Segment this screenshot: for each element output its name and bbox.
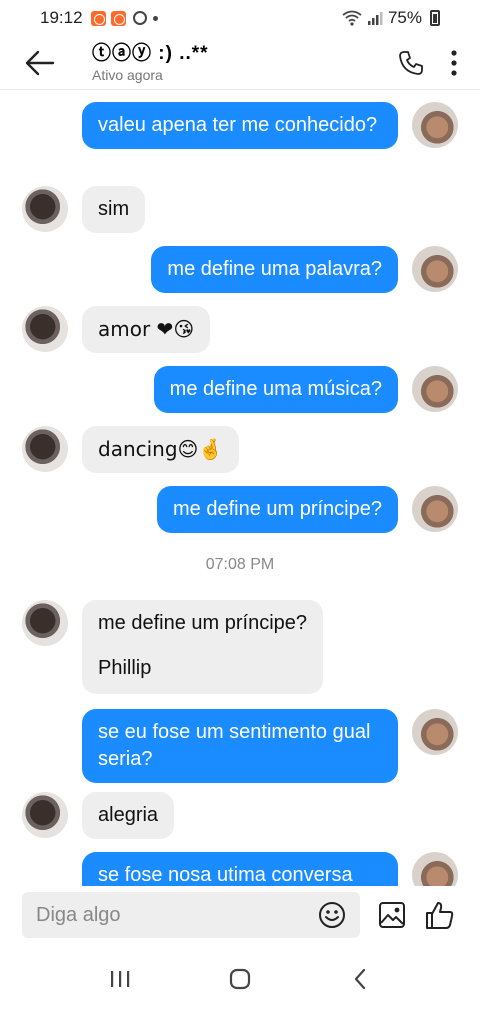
- message-outgoing[interactable]: se eu fose um sentimento gual seria?: [82, 709, 398, 783]
- thumbs-up-icon[interactable]: [424, 899, 456, 931]
- message-text: se eu fose um sentimento gual seria?: [82, 709, 398, 783]
- back-nav-button[interactable]: [340, 959, 380, 999]
- message-incoming[interactable]: amor ❤😘: [82, 306, 211, 353]
- chat-header: ⓣⓐⓨ :) ..** Ativo agora: [0, 36, 480, 90]
- message-text: me define uma palavra?: [151, 246, 398, 293]
- notification-sync-icon: [132, 11, 147, 25]
- contact-avatar[interactable]: [22, 426, 68, 472]
- emoji-icon[interactable]: [318, 901, 346, 929]
- message-outgoing[interactable]: valeu apena ter me conhecido?: [82, 102, 398, 149]
- contact-avatar[interactable]: [22, 186, 68, 232]
- message-reply-bubble: me define um príncipe? Phillip: [82, 600, 324, 694]
- notification-dot-icon: [152, 15, 158, 21]
- message-incoming[interactable]: alegria: [82, 792, 175, 839]
- message-timestamp: 07:08 PM: [205, 556, 275, 573]
- contact-avatar[interactable]: [22, 600, 68, 646]
- message-text: sim: [82, 186, 146, 233]
- message-text: alegria: [82, 792, 175, 839]
- call-button[interactable]: [388, 36, 434, 90]
- contact-status: Ativo agora: [92, 66, 163, 83]
- home-icon: [229, 968, 251, 990]
- status-right: 75%: [342, 8, 440, 28]
- message-text: me define um príncipe?: [156, 486, 398, 533]
- status-time: 19:12: [40, 8, 83, 27]
- contact-info[interactable]: ⓣⓐⓨ :) ..** Ativo agora: [70, 42, 388, 84]
- message-text: Phillip: [98, 657, 152, 679]
- contact-avatar[interactable]: [22, 792, 68, 838]
- message-incoming[interactable]: dancing😊🤞: [82, 426, 240, 473]
- back-arrow-icon: [25, 50, 55, 75]
- my-avatar: [412, 366, 458, 412]
- my-avatar: [412, 709, 458, 755]
- notification-app-icon: [90, 10, 106, 26]
- more-options-button[interactable]: [434, 36, 474, 90]
- image-icon[interactable]: [378, 901, 406, 929]
- battery-icon: [430, 10, 440, 26]
- message-text: valeu apena ter me conhecido?: [82, 102, 398, 149]
- message-text: amor ❤😘: [82, 306, 211, 353]
- message-list[interactable]: valeu apena ter me conhecido? sim me def…: [0, 90, 480, 886]
- message-outgoing[interactable]: me define uma palavra?: [151, 246, 398, 293]
- message-text: dancing😊🤞: [82, 426, 240, 473]
- more-vertical-icon: [451, 49, 457, 76]
- my-avatar: [412, 246, 458, 292]
- back-nav-icon: [354, 968, 366, 990]
- message-incoming[interactable]: me define um príncipe? Phillip: [82, 600, 324, 694]
- message-outgoing[interactable]: me define uma música?: [153, 366, 398, 413]
- recent-apps-icon: [111, 971, 130, 987]
- battery-percent: 75%: [387, 8, 422, 27]
- quoted-text: me define um príncipe?: [98, 612, 308, 634]
- message-input[interactable]: [36, 903, 296, 927]
- notification-app-icon: [110, 10, 126, 26]
- wifi-icon: [342, 10, 362, 26]
- message-input-container[interactable]: [22, 892, 360, 938]
- my-avatar: [412, 102, 458, 148]
- home-button[interactable]: [220, 959, 260, 999]
- back-button[interactable]: [10, 36, 70, 90]
- my-avatar: [412, 486, 458, 532]
- message-outgoing[interactable]: me define um príncipe?: [156, 486, 398, 533]
- system-nav-bar: [0, 944, 480, 1014]
- composer-bar: [0, 886, 480, 944]
- message-incoming[interactable]: sim: [82, 186, 146, 233]
- message-outgoing[interactable]: se fose nosa utima conversa: [82, 852, 398, 886]
- phone-icon: [399, 50, 423, 75]
- my-avatar: [412, 852, 458, 886]
- signal-icon: [367, 12, 383, 25]
- contact-avatar[interactable]: [22, 306, 68, 352]
- recent-apps-button[interactable]: [100, 959, 140, 999]
- contact-name: ⓣⓐⓨ :) ..**: [92, 42, 209, 64]
- status-bar: 19:12 75%: [0, 0, 480, 36]
- message-text: me define uma música?: [153, 366, 398, 413]
- message-text: se fose nosa utima conversa: [82, 852, 398, 886]
